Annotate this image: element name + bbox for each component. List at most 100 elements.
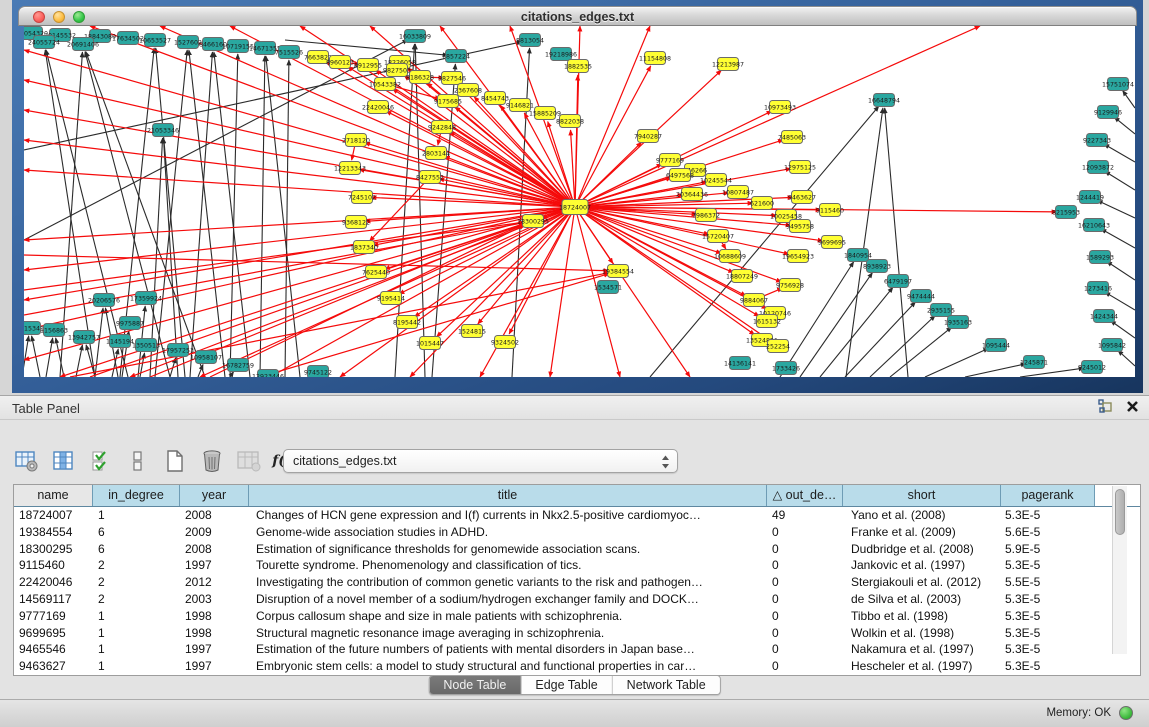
cell-out_degree[interactable]: 0 (767, 524, 843, 541)
graph-edge-red[interactable] (160, 26, 575, 207)
table-select-dropdown[interactable]: citations_edges.txt (283, 449, 678, 473)
graph-edge-black[interactable] (925, 348, 989, 377)
cell-pagerank[interactable]: 5.3E-5 (1001, 625, 1095, 642)
graph-edge-black[interactable] (163, 138, 178, 377)
cell-pagerank[interactable]: 5.9E-5 (1001, 541, 1095, 558)
table-row[interactable]: 2242004622012Investigating the contribut… (14, 574, 1140, 591)
table-row[interactable]: 977716911998Corpus callosum shape and si… (14, 608, 1140, 625)
table-row[interactable]: 1830029562008Estimation of significance … (14, 541, 1140, 558)
cell-pagerank[interactable]: 5.3E-5 (1001, 591, 1095, 608)
graph-edge-black[interactable] (266, 56, 300, 377)
cell-pagerank[interactable]: 5.5E-5 (1001, 574, 1095, 591)
column-settings-icon[interactable] (51, 448, 77, 474)
table-settings-icon[interactable] (14, 448, 40, 474)
cell-title[interactable]: Estimation of significance thresholds fo… (249, 541, 767, 558)
table-vertical-scrollbar[interactable] (1112, 486, 1127, 654)
table-rows[interactable]: 18724007 1 2008Changes of HCN gene express… (14, 507, 1140, 675)
cell-year[interactable]: 2003 (180, 591, 249, 608)
cell-out_degree[interactable]: 0 (767, 591, 843, 608)
table-row[interactable]: 969969511998Structural magnetic resonanc… (14, 625, 1140, 642)
graph-edge-black[interactable] (285, 60, 289, 377)
graph-edge-black[interactable] (1123, 91, 1135, 108)
cell-in_degree[interactable]: 6 (93, 524, 180, 541)
new-document-icon[interactable] (162, 448, 188, 474)
cell-pagerank[interactable]: 5.3E-5 (1001, 658, 1095, 675)
graph-edge-black[interactable] (1101, 229, 1135, 248)
cell-short[interactable]: Yano et al. (2008) (843, 507, 1001, 524)
graph-edge-red[interactable] (386, 111, 575, 207)
network-view-window[interactable]: citations_edges.txt 18724007160543202014… (12, 0, 1143, 393)
memory-ok-indicator-icon[interactable] (1119, 706, 1133, 720)
table-row[interactable]: 946362711997Embryonic stem cells: a mode… (14, 658, 1140, 675)
cell-pagerank[interactable]: 5.3E-5 (1001, 608, 1095, 625)
cell-name[interactable]: 19384554 (14, 524, 93, 541)
cell-name[interactable]: 22420046 (14, 574, 93, 591)
tab-network-table[interactable]: Network Table (613, 676, 720, 694)
close-panel-icon[interactable] (1126, 400, 1139, 413)
table-row[interactable]: 1456911722003Disruption of a novel membe… (14, 591, 1140, 608)
cell-short[interactable]: Franke et al. (2009) (843, 524, 1001, 541)
table-row[interactable]: 1872400712008Changes of HCN gene express… (14, 507, 1140, 524)
cell-in_degree[interactable]: 2 (93, 591, 180, 608)
graph-edge-black[interactable] (1020, 368, 1084, 377)
cell-short[interactable]: Wolkin et al. (1998) (843, 625, 1001, 642)
graph-edge-black[interactable] (1105, 171, 1135, 190)
cell-name[interactable]: 9465546 (14, 641, 93, 658)
cell-year[interactable]: 2008 (180, 541, 249, 558)
cell-title[interactable]: Embryonic stem cells: a model to study s… (249, 658, 767, 675)
graph-edge-black[interactable] (260, 56, 265, 377)
graph-edge-red[interactable] (480, 207, 575, 377)
cell-out_degree[interactable]: 0 (767, 641, 843, 658)
column-header-short[interactable]: short (843, 485, 1001, 506)
cell-title[interactable]: Disruption of a novel member of a sodium… (249, 591, 767, 608)
cell-out_degree[interactable]: 0 (767, 541, 843, 558)
cell-in_degree[interactable]: 6 (93, 541, 180, 558)
cell-title[interactable]: Investigating the contribution of common… (249, 574, 767, 591)
graph-edge-black[interactable] (95, 308, 103, 377)
cell-year[interactable]: 2009 (180, 524, 249, 541)
cell-title[interactable]: Estimation of the future numbers of pati… (249, 641, 767, 658)
graph-edge-black[interactable] (76, 345, 82, 377)
cell-name[interactable]: 9777169 (14, 608, 93, 625)
cell-year[interactable]: 1997 (180, 658, 249, 675)
cell-short[interactable]: Hescheler et al. (1997) (843, 658, 1001, 675)
select-mode-icon[interactable] (88, 448, 114, 474)
cell-pagerank[interactable]: 5.3E-5 (1001, 507, 1095, 524)
cell-short[interactable]: de Silva et al. (2003) (843, 591, 1001, 608)
graph-edge-black[interactable] (230, 54, 238, 377)
row-height-icon[interactable] (125, 448, 151, 474)
cell-out_degree[interactable]: 0 (767, 574, 843, 591)
graph-edge-red[interactable] (24, 207, 575, 330)
column-header-year[interactable]: year (180, 485, 249, 506)
cell-name[interactable]: 18724007 (14, 507, 93, 524)
node-attribute-table[interactable]: name in_degree year title △ out_de… shor… (13, 484, 1141, 676)
cell-title[interactable]: Tourette syndrome. Phenomenology and cla… (249, 557, 767, 574)
cell-year[interactable]: 1998 (180, 625, 249, 642)
cell-in_degree[interactable]: 2 (93, 557, 180, 574)
graph-edge-black[interactable] (885, 108, 908, 377)
tab-node-table[interactable]: Node Table (429, 676, 521, 694)
graph-edge-black[interactable] (1105, 292, 1135, 310)
column-header-pagerank[interactable]: pagerank (1001, 485, 1095, 506)
graph-edge-black[interactable] (965, 364, 1026, 377)
cell-year[interactable]: 1997 (180, 557, 249, 574)
cell-short[interactable]: Tibbo et al. (1998) (843, 608, 1001, 625)
network-canvas[interactable]: 1872400716054320201455321884308017634502… (24, 26, 1135, 377)
table-row[interactable]: 1938455462009Genome-wide association stu… (14, 524, 1140, 541)
cell-name[interactable]: 9699695 (14, 625, 93, 642)
column-header-name[interactable]: name (14, 485, 93, 506)
graph-edge-red[interactable] (24, 50, 575, 207)
graph-edge-black[interactable] (846, 108, 883, 377)
network-graph[interactable]: 1872400716054320201455321884308017634502… (24, 26, 1135, 377)
cell-title[interactable]: Corpus callosum shape and size in male p… (249, 608, 767, 625)
table-row[interactable]: 911546021997Tourette syndrome. Phenomeno… (14, 557, 1140, 574)
cell-out_degree[interactable]: 0 (767, 658, 843, 675)
cell-title[interactable]: Changes of HCN gene expression and I(f) … (249, 507, 767, 524)
cell-pagerank[interactable]: 5.3E-5 (1001, 557, 1095, 574)
graph-edge-black[interactable] (24, 336, 29, 377)
cell-in_degree[interactable]: 1 (93, 641, 180, 658)
cell-out_degree[interactable]: 0 (767, 557, 843, 574)
window-titlebar[interactable]: citations_edges.txt (18, 6, 1137, 26)
column-header-title[interactable]: title (249, 485, 767, 506)
cell-pagerank[interactable]: 5.6E-5 (1001, 524, 1095, 541)
